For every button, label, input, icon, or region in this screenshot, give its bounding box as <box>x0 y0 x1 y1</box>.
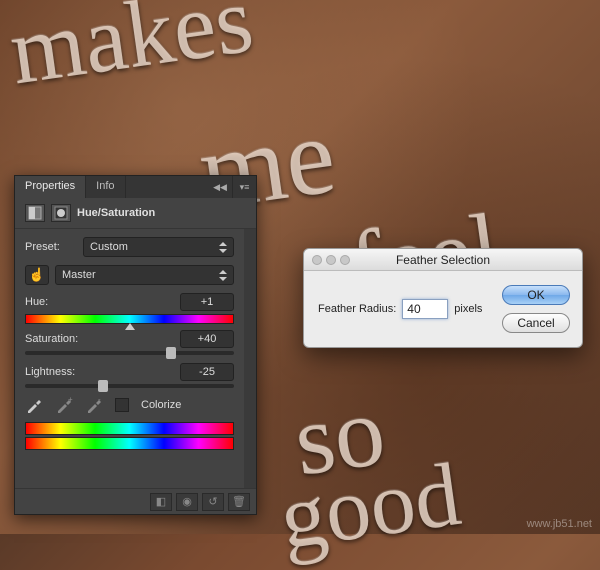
minimize-window-icon[interactable] <box>326 255 336 265</box>
close-window-icon[interactable] <box>312 255 322 265</box>
panel-tabbar: Properties Info ◀◀ ▾≡ <box>15 176 256 198</box>
panel-menu-button[interactable]: ▾≡ <box>232 176 256 198</box>
adjustment-title: Hue/Saturation <box>77 207 155 219</box>
ok-button[interactable]: OK <box>502 285 570 305</box>
lightness-label: Lightness: <box>25 366 77 378</box>
hue-slider-thumb[interactable] <box>125 323 135 330</box>
feather-radius-unit: pixels <box>454 303 482 315</box>
colorize-checkbox[interactable] <box>115 398 129 412</box>
feather-radius-label: Feather Radius: <box>318 303 396 315</box>
feather-radius-input[interactable] <box>402 299 448 319</box>
mask-icon[interactable] <box>51 204 71 222</box>
adjustment-header: Hue/Saturation <box>15 198 256 229</box>
saturation-input[interactable]: +40 <box>180 330 234 348</box>
colorize-label: Colorize <box>141 399 181 411</box>
tab-info[interactable]: Info <box>86 176 125 198</box>
hue-input[interactable]: +1 <box>180 293 234 311</box>
tab-properties[interactable]: Properties <box>15 176 86 198</box>
feather-selection-dialog: Feather Selection Feather Radius: pixels… <box>303 248 583 348</box>
panel-footer: ◧ ◉ ↺ 🗑 <box>15 488 256 514</box>
output-spectrum <box>25 437 234 450</box>
delete-adjustment-button[interactable]: 🗑 <box>228 493 250 511</box>
clip-to-layer-button[interactable]: ◧ <box>150 493 172 511</box>
reset-button[interactable]: ↺ <box>202 493 224 511</box>
panel-collapse-button[interactable]: ◀◀ <box>208 176 232 198</box>
properties-panel: Properties Info ◀◀ ▾≡ Hue/Saturation Pre… <box>14 175 257 515</box>
channel-dropdown[interactable]: Master <box>55 265 234 285</box>
hue-slider[interactable] <box>25 314 234 324</box>
channel-value: Master <box>62 269 96 281</box>
zoom-window-icon[interactable] <box>340 255 350 265</box>
adjustment-layer-icon[interactable] <box>25 204 45 222</box>
lightness-slider-thumb[interactable] <box>98 380 108 392</box>
eyedropper-add-icon[interactable]: + <box>55 396 73 414</box>
input-spectrum <box>25 422 234 435</box>
svg-text:-: - <box>98 396 101 404</box>
eyedropper-icon[interactable] <box>25 396 43 414</box>
hue-label: Hue: <box>25 296 77 308</box>
saturation-label: Saturation: <box>25 333 78 345</box>
window-controls <box>304 255 350 265</box>
saturation-slider-thumb[interactable] <box>166 347 176 359</box>
dialog-titlebar[interactable]: Feather Selection <box>304 249 582 271</box>
targeted-adjustment-tool-icon[interactable]: ☝ <box>25 265 49 285</box>
preset-value: Custom <box>90 241 128 253</box>
cancel-button[interactable]: Cancel <box>502 313 570 333</box>
lightness-slider[interactable] <box>25 384 234 388</box>
saturation-slider[interactable] <box>25 351 234 355</box>
preset-label: Preset: <box>25 241 77 253</box>
svg-text:+: + <box>68 396 73 404</box>
lightness-input[interactable]: -25 <box>180 363 234 381</box>
view-previous-state-button[interactable]: ◉ <box>176 493 198 511</box>
eyedropper-subtract-icon[interactable]: - <box>85 396 103 414</box>
preset-dropdown[interactable]: Custom <box>83 237 234 257</box>
